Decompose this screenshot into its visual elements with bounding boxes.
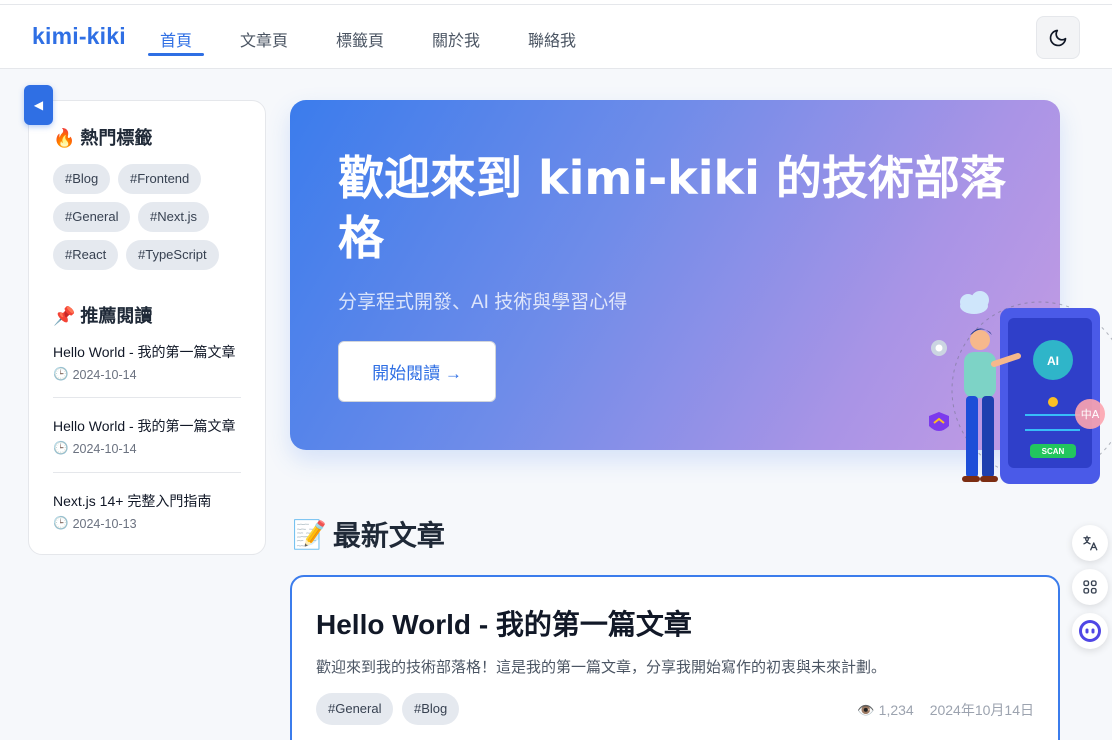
latest-articles-heading-text: 最新文章 [332, 520, 445, 551]
hero-subtitle: 分享程式開發、AI 技術與學習心得 [338, 292, 628, 313]
eye-icon: 👁️ [857, 701, 875, 718]
sidebar-tag-frontend[interactable]: #Frontend [118, 164, 202, 194]
divider [53, 397, 241, 398]
sidebar-collapse-button[interactable]: ◀ [24, 85, 53, 125]
sidebar: 🔥 熱門標籤 #Blog #Frontend #General #Next.js… [28, 100, 266, 555]
recommended-item-date: 🕒 2024-10-14 [53, 367, 241, 382]
view-count-value: 1,234 [878, 701, 914, 718]
start-reading-button[interactable]: 開始閱讀 → [338, 341, 496, 402]
navbar: kimi-kiki 首頁 文章頁 標籤頁 關於我 聯絡我 [0, 5, 1112, 69]
popular-tags-heading: 🔥 熱門標籤 [53, 128, 153, 148]
recommended-item-title[interactable]: Next.js 14+ 完整入門指南 [53, 491, 241, 511]
ai-chip-label: AI [1047, 354, 1059, 368]
nav-active-indicator [148, 53, 204, 56]
ai-illustration: AI SCAN 中A [929, 291, 1112, 484]
gear-icon [931, 340, 947, 356]
shield-icon [929, 412, 949, 431]
memo-icon: 📝 [292, 518, 327, 550]
article-excerpt: 歡迎來到我的技術部落格！這是我的第一篇文章，分享我開始寫作的初衷與未來計劃。 [316, 659, 887, 676]
recommended-item[interactable]: Hello World - 我的第一篇文章 🕒 2024-10-14 [53, 342, 241, 382]
view-count: 👁️ 1,234 [857, 702, 913, 719]
nav-link-about[interactable]: 關於我 [432, 27, 480, 51]
brand-logo[interactable]: kimi-kiki [32, 23, 126, 50]
divider [53, 472, 241, 473]
chevron-left-icon: ◀ [33, 98, 44, 112]
article-card[interactable]: Hello World - 我的第一篇文章 歡迎來到我的技術部落格！這是我的第一… [290, 575, 1060, 740]
nav-link-articles[interactable]: 文章頁 [240, 27, 288, 51]
hero-title: 歡迎來到 kimi-kiki 的技術部落格 [338, 151, 1006, 265]
translate-button[interactable] [1072, 525, 1108, 561]
theme-toggle-button[interactable] [1036, 16, 1080, 59]
assistant-button[interactable] [1072, 613, 1108, 649]
sidebar-tag-typescript[interactable]: #TypeScript [126, 240, 219, 270]
clock-icon: 🕒 [53, 516, 69, 530]
recommended-heading: 📌 推薦閱讀 [53, 306, 153, 326]
clock-icon: 🕒 [53, 441, 69, 455]
scan-label: SCAN [1042, 447, 1065, 456]
sidebar-tag-blog[interactable]: #Blog [53, 164, 111, 194]
sidebar-tag-general[interactable]: #General [53, 202, 131, 232]
clock-icon: 🕒 [53, 367, 69, 381]
recommended-item-title[interactable]: Hello World - 我的第一篇文章 [53, 342, 241, 362]
recommended-item-date: 🕒 2024-10-14 [53, 441, 241, 456]
article-title[interactable]: Hello World - 我的第一篇文章 [316, 603, 692, 643]
moon-icon [1049, 29, 1067, 46]
apps-button[interactable] [1072, 569, 1108, 605]
assistant-bot-icon [1079, 620, 1101, 642]
date-text: 2024-10-14 [72, 441, 137, 456]
translate-icon [1083, 535, 1098, 551]
date-text: 2024-10-13 [72, 516, 137, 531]
svg-text:中A: 中A [1081, 408, 1100, 421]
nav-link-tags[interactable]: 標籤頁 [336, 27, 384, 51]
recommended-item-title[interactable]: Hello World - 我的第一篇文章 [53, 416, 241, 436]
latest-articles-heading: 📝 最新文章 [292, 514, 445, 554]
article-meta: 👁️ 1,234 2024年10月14日 [857, 700, 1034, 720]
grid-icon [1083, 580, 1097, 594]
cloud-icon [960, 291, 989, 314]
nav-link-contact[interactable]: 聯絡我 [528, 27, 576, 51]
recommended-item-date: 🕒 2024-10-13 [53, 516, 241, 531]
article-date: 2024年10月14日 [929, 702, 1034, 718]
sidebar-tag-react[interactable]: #React [53, 240, 119, 270]
recommended-item[interactable]: Next.js 14+ 完整入門指南 🕒 2024-10-13 [53, 491, 241, 531]
article-tag-blog[interactable]: #Blog [402, 693, 460, 725]
recommended-item[interactable]: Hello World - 我的第一篇文章 🕒 2024-10-14 [53, 416, 241, 456]
sidebar-tag-nextjs[interactable]: #Next.js [138, 202, 209, 232]
nav-link-home[interactable]: 首頁 [160, 27, 192, 51]
date-text: 2024-10-14 [72, 367, 137, 382]
article-tag-general[interactable]: #General [316, 693, 394, 725]
